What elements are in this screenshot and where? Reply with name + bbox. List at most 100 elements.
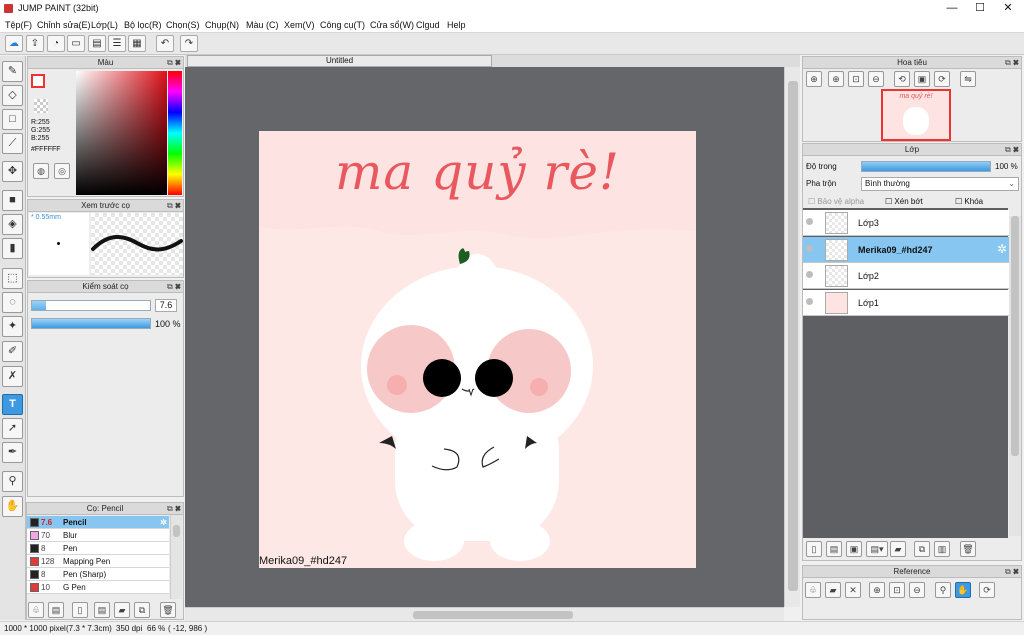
ref-zoom-in-icon[interactable]: ⊕ bbox=[869, 582, 885, 598]
palette-icon[interactable]: ◍ bbox=[33, 163, 49, 179]
ref-close-icon[interactable]: ✕ bbox=[845, 582, 861, 598]
menu-capture[interactable]: Chụp(N) bbox=[205, 20, 239, 30]
blend-mode-select[interactable]: Bình thường ⌄ bbox=[861, 177, 1019, 191]
menu-cloud[interactable]: Clgud bbox=[416, 20, 440, 30]
operation-tool-icon[interactable]: ➚ bbox=[2, 418, 23, 439]
redo-icon[interactable]: ↷ bbox=[180, 35, 198, 52]
menu-color[interactable]: Màu (C) bbox=[246, 20, 279, 30]
ref-open-icon[interactable]: ▰ bbox=[825, 582, 841, 598]
brush-add-icon[interactable]: ♧ bbox=[28, 602, 44, 618]
new-page-icon[interactable]: ▤ bbox=[826, 541, 842, 557]
menu-help[interactable]: Help bbox=[447, 20, 466, 30]
select-rect-tool-icon[interactable]: ⬚ bbox=[2, 268, 23, 289]
layer-visibility-icon[interactable] bbox=[806, 297, 813, 305]
clip-checkbox[interactable]: ☐ Xén bớt bbox=[885, 197, 923, 206]
maximize-button[interactable]: ☐ bbox=[966, 0, 994, 17]
brush-list-item[interactable]: 10 G Pen bbox=[27, 581, 169, 594]
menu-file[interactable]: Tệp(F) bbox=[5, 20, 32, 30]
layer-row[interactable]: Lớp2 bbox=[803, 263, 1009, 289]
ref-fit-icon[interactable]: ⊡ bbox=[889, 582, 905, 598]
menu-edit[interactable]: Chỉnh sửa(E) bbox=[37, 20, 91, 30]
layer-visibility-icon[interactable] bbox=[806, 271, 813, 278]
brush-folder-icon[interactable]: ▰ bbox=[114, 602, 130, 618]
zoom-actual-icon[interactable]: ⊡ bbox=[848, 71, 864, 87]
layer-row[interactable]: Lớp1 bbox=[803, 289, 1009, 316]
lasso-tool-icon[interactable]: ◌ bbox=[2, 292, 23, 313]
brush-list-item[interactable]: 7.6 Pencil ✲ bbox=[27, 516, 169, 529]
shape-tool-icon[interactable]: □ bbox=[2, 109, 23, 130]
fit-window-icon[interactable]: ▣ bbox=[914, 71, 930, 87]
ref-rotate-icon[interactable]: ⟳ bbox=[979, 582, 995, 598]
export-icon[interactable]: ⇪ bbox=[26, 35, 44, 52]
brush-list-item[interactable]: 128 Mapping Pen bbox=[27, 555, 169, 568]
undo-icon[interactable]: ↶ bbox=[156, 35, 174, 52]
lock-checkbox[interactable]: ☐ Khóa bbox=[955, 197, 983, 206]
text-tool-icon[interactable]: T bbox=[2, 394, 23, 415]
list-icon[interactable]: ☰ bbox=[108, 35, 126, 52]
zoom-in-icon[interactable]: ⊕ bbox=[828, 71, 844, 87]
panel-buttons-icon[interactable]: ⧉ ✖ bbox=[167, 282, 181, 292]
protect-alpha-checkbox[interactable]: ☐ Bảo vệ alpha bbox=[808, 197, 864, 206]
brush-settings-icon[interactable]: ✲ bbox=[160, 516, 167, 529]
minimize-button[interactable]: — bbox=[938, 0, 966, 17]
pen-tool-icon[interactable]: ✒ bbox=[2, 442, 23, 463]
brush-size-value[interactable]: 7.6 bbox=[155, 299, 177, 312]
move-tool-icon[interactable]: ✥ bbox=[2, 161, 23, 182]
foreground-color-swatch[interactable] bbox=[31, 74, 45, 88]
color-wheel-icon[interactable]: ◎ bbox=[54, 163, 70, 179]
brush-list-item[interactable]: 8 Pen (Sharp) bbox=[27, 568, 169, 581]
layer-list-scrollbar[interactable] bbox=[1009, 216, 1021, 536]
ref-cloud-icon[interactable]: ♧ bbox=[805, 582, 821, 598]
menu-filter[interactable]: Bộ lọc(R) bbox=[124, 20, 162, 30]
bucket-tool-icon[interactable]: ◈ bbox=[2, 214, 23, 235]
grid-icon[interactable]: ▦ bbox=[128, 35, 146, 52]
layer-row[interactable]: Lớp3 bbox=[803, 210, 1009, 236]
ref-hand-icon[interactable]: ✋ bbox=[955, 582, 971, 598]
eyedropper-tool-icon[interactable]: ⚲ bbox=[2, 471, 23, 492]
layer-row[interactable]: Merika09_#hd247 ✲ bbox=[803, 236, 1009, 263]
line-tool-icon[interactable]: ⟋ bbox=[2, 133, 23, 154]
layer-visibility-icon[interactable] bbox=[806, 244, 813, 252]
brush-tools-icon[interactable]: ▤ bbox=[48, 602, 64, 618]
brush-list-item[interactable]: 70 Blur bbox=[27, 529, 169, 542]
brush-list-item[interactable]: 8 Pen bbox=[27, 542, 169, 555]
eraser-tool-icon[interactable]: ◇ bbox=[2, 85, 23, 106]
layer-settings-icon[interactable]: ✲ bbox=[997, 242, 1007, 256]
rotate-reset-icon[interactable]: ⟳ bbox=[934, 71, 950, 87]
menu-select[interactable]: Chọn(S) bbox=[166, 20, 200, 30]
panel-buttons-icon[interactable]: ⧉ ✖ bbox=[167, 504, 181, 514]
layer-copy-icon[interactable]: ⧉ bbox=[914, 541, 930, 557]
menu-layer[interactable]: Lớp(L) bbox=[91, 20, 118, 30]
zoom-fit-icon[interactable]: ⊕ bbox=[806, 71, 822, 87]
close-button[interactable]: ✕ bbox=[994, 0, 1022, 17]
panel-buttons-icon[interactable]: ⧉ ✖ bbox=[1005, 58, 1019, 68]
brush-delete-icon[interactable]: 🗑 bbox=[160, 602, 176, 618]
screen-icon[interactable]: ▭ bbox=[67, 35, 85, 52]
menu-tools[interactable]: Công cụ(T) bbox=[320, 20, 365, 30]
brush-page-icon[interactable]: ▤ bbox=[94, 602, 110, 618]
layer-opacity-slider[interactable] bbox=[861, 161, 991, 172]
layer-delete-icon[interactable]: 🗑 bbox=[960, 541, 976, 557]
layer-visibility-icon[interactable] bbox=[806, 218, 813, 225]
ref-zoom-out-icon[interactable]: ⊖ bbox=[909, 582, 925, 598]
brush-copy-icon[interactable]: ⧉ bbox=[134, 602, 150, 618]
canvas-horizontal-scrollbar[interactable] bbox=[185, 607, 784, 621]
saturation-value-picker[interactable] bbox=[76, 71, 167, 195]
canvas-vertical-scrollbar[interactable] bbox=[784, 67, 800, 607]
layer-more-icon[interactable]: ▤▾ bbox=[866, 541, 888, 557]
magic-wand-tool-icon[interactable]: ✦ bbox=[2, 316, 23, 337]
ref-eyedropper-icon[interactable]: ⚲ bbox=[935, 582, 951, 598]
layer-merge-icon[interactable]: ▥ bbox=[934, 541, 950, 557]
brush-list-scrollbar[interactable] bbox=[170, 515, 182, 599]
cloud-icon[interactable]: ☁ bbox=[5, 35, 23, 52]
panel-buttons-icon[interactable]: ⧉ ✖ bbox=[167, 58, 181, 68]
menu-view[interactable]: Xem(V) bbox=[284, 20, 315, 30]
duplicate-layer-icon[interactable]: ▣ bbox=[846, 541, 862, 557]
flip-icon[interactable]: ⇋ bbox=[960, 71, 976, 87]
navigator-thumbnail[interactable]: ma quỷ rè! bbox=[881, 89, 951, 141]
select-pen-tool-icon[interactable]: ✐ bbox=[2, 341, 23, 362]
document-canvas[interactable]: ma quỷ rè! Merika09_#hd247 bbox=[259, 131, 696, 568]
layer-folder-icon[interactable]: ▰ bbox=[890, 541, 906, 557]
speech-icon[interactable]: ◔ bbox=[47, 35, 65, 52]
new-layer-icon[interactable]: ▯ bbox=[806, 541, 822, 557]
